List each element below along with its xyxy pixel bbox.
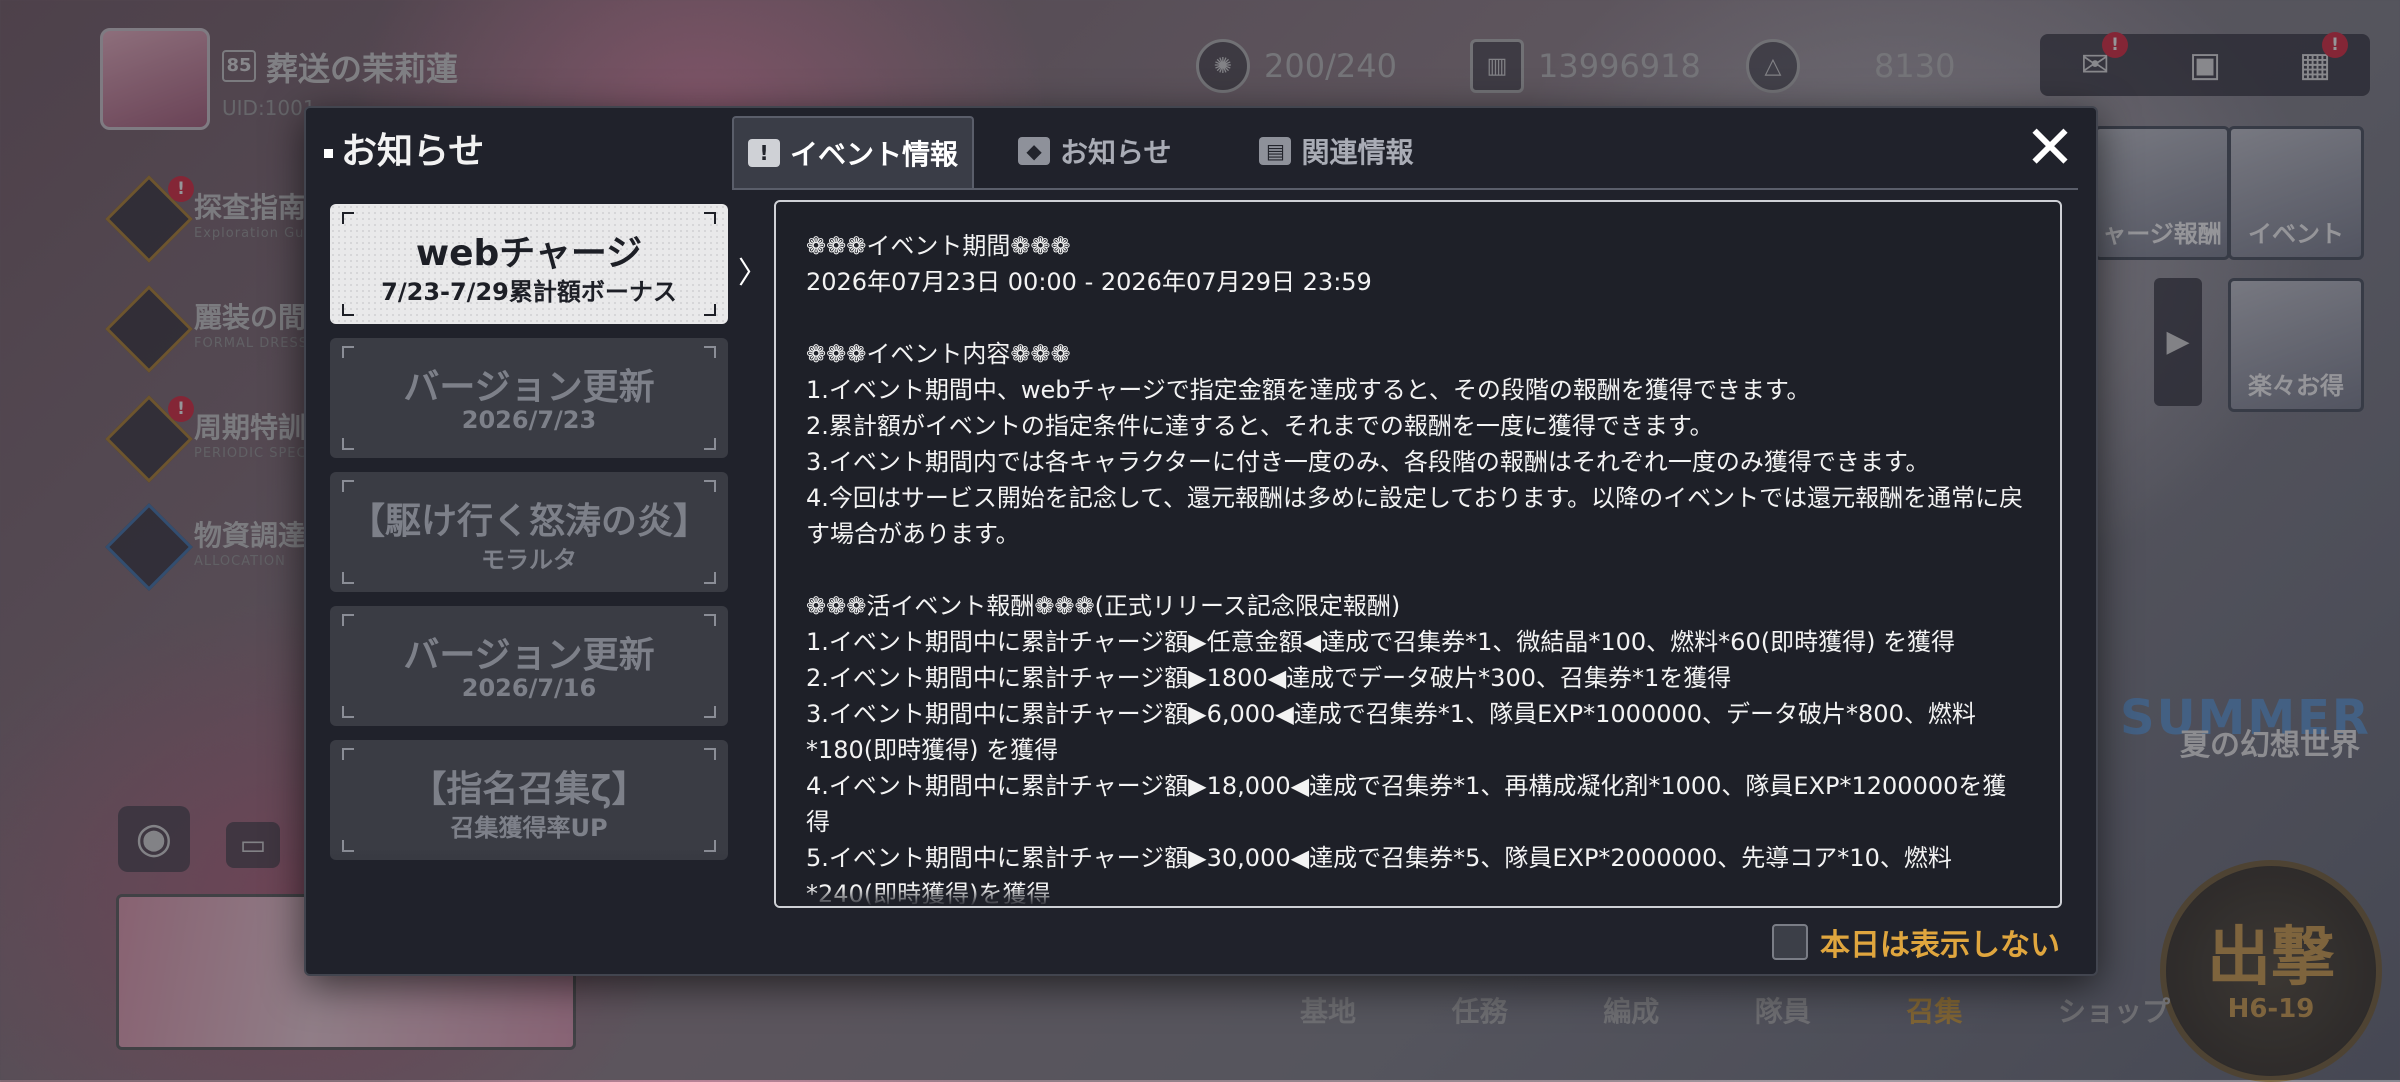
tab-label: 関連情報 [1301,136,1414,169]
period-heading: ❁❁❁イベント期間❁❁❁ [806,232,1071,260]
notice-modal: お知らせ ! イベント情報 ◆ お知らせ ▤ 関連情報 ✕ webチャージ 7/… [304,106,2098,976]
notice-item-title: 【駆け行く怒涛の炎】 [348,501,709,542]
modal-tabs: ! イベント情報 ◆ お知らせ ▤ 関連情報 [732,116,1487,192]
notice-item-flame-event[interactable]: 【駆け行く怒涛の炎】 モラルタ [330,472,728,592]
close-icon: ✕ [2024,113,2076,183]
selected-arrow-icon: 〉 [738,256,768,291]
dont-show-label: 本日は表示しない [1820,928,2060,963]
period-text: 2026年07月23日 00:00 - 2026年07月29日 23:59 [806,268,1372,296]
notice-item-version-update[interactable]: バージョン更新 2026/7/23 [330,338,728,458]
notice-item-version-update[interactable]: バージョン更新 2026/7/16 [330,606,728,726]
details-line: 4.今回はサービス開始を記念して、還元報酬は多めに設定しております。以降のイベン… [806,484,2024,548]
tab-event-info[interactable]: ! イベント情報 [732,116,975,188]
notice-content-body: ❁❁❁イベント期間❁❁❁ 2026年07月23日 00:00 - 2026年07… [776,202,2060,906]
tab-divider [732,188,2078,190]
dont-show-today[interactable]: 本日は表示しない [1772,920,2060,964]
reward-line: 4.イベント期間中に累計チャージ額▶18,000◀達成で召集券*1、再構成凝化剤… [806,772,2007,836]
details-heading: ❁❁❁イベント内容❁❁❁ [806,340,1071,368]
close-button[interactable]: ✕ [2020,118,2080,180]
notice-item-sub: 2026/7/16 [461,674,597,702]
notice-item-sub: 2026/7/23 [461,406,597,434]
dont-show-checkbox[interactable] [1772,924,1808,960]
info-icon: ▤ [1259,137,1292,165]
notice-item-title: 【指名召集ζ】 [410,769,648,810]
notice-item-web-charge[interactable]: webチャージ 7/23-7/29累計額ボーナス [330,204,728,324]
notice-item-sub: 7/23-7/29累計額ボーナス [381,278,677,306]
tab-notice[interactable]: ◆ お知らせ [1004,116,1185,186]
details-line: 3.イベント期間内では各キャラクターに付き一度のみ、各段階の報酬はそれぞれ一度の… [806,448,1930,476]
notice-item-title: バージョン更新 [403,367,655,408]
notice-content[interactable]: ❁❁❁イベント期間❁❁❁ 2026年07月23日 00:00 - 2026年07… [774,200,2062,908]
modal-title: お知らせ [324,122,484,174]
notice-item-recruit[interactable]: 【指名召集ζ】 召集獲得率UP [330,740,728,860]
notice-item-sub: 召集獲得率UP [450,814,608,842]
reward-line: 2.イベント期間中に累計チャージ額▶1800◀達成でデータ破片*300、召集券*… [806,664,1732,692]
rewards-heading: ❁❁❁活イベント報酬❁❁❁(正式リリース記念限定報酬) [806,592,1401,620]
notice-item-sub: モラルタ [481,546,577,574]
tab-label: イベント情報 [790,138,959,171]
details-line: 2.累計額がイベントの指定条件に達すると、それまでの報酬を一度に獲得できます。 [806,412,1714,440]
notice-item-title: バージョン更新 [403,635,655,676]
gear-icon: ◆ [1018,137,1051,165]
tab-label: お知らせ [1060,136,1172,169]
tab-related-info[interactable]: ▤ 関連情報 [1245,116,1427,186]
reward-line: 1.イベント期間中に累計チャージ額▶任意金額◀達成で召集券*1、微結晶*100、… [806,628,1956,656]
reward-line: 3.イベント期間中に累計チャージ額▶6,000◀達成で召集券*1、隊員EXP*1… [806,700,1976,764]
details-line: 1.イベント期間中、webチャージで指定金額を達成すると、その段階の報酬を獲得で… [806,376,1811,404]
alert-icon: ! [748,139,780,167]
notice-item-title: webチャージ [415,233,643,274]
content-scroll-fade [776,888,2060,906]
list-fade [330,848,730,968]
